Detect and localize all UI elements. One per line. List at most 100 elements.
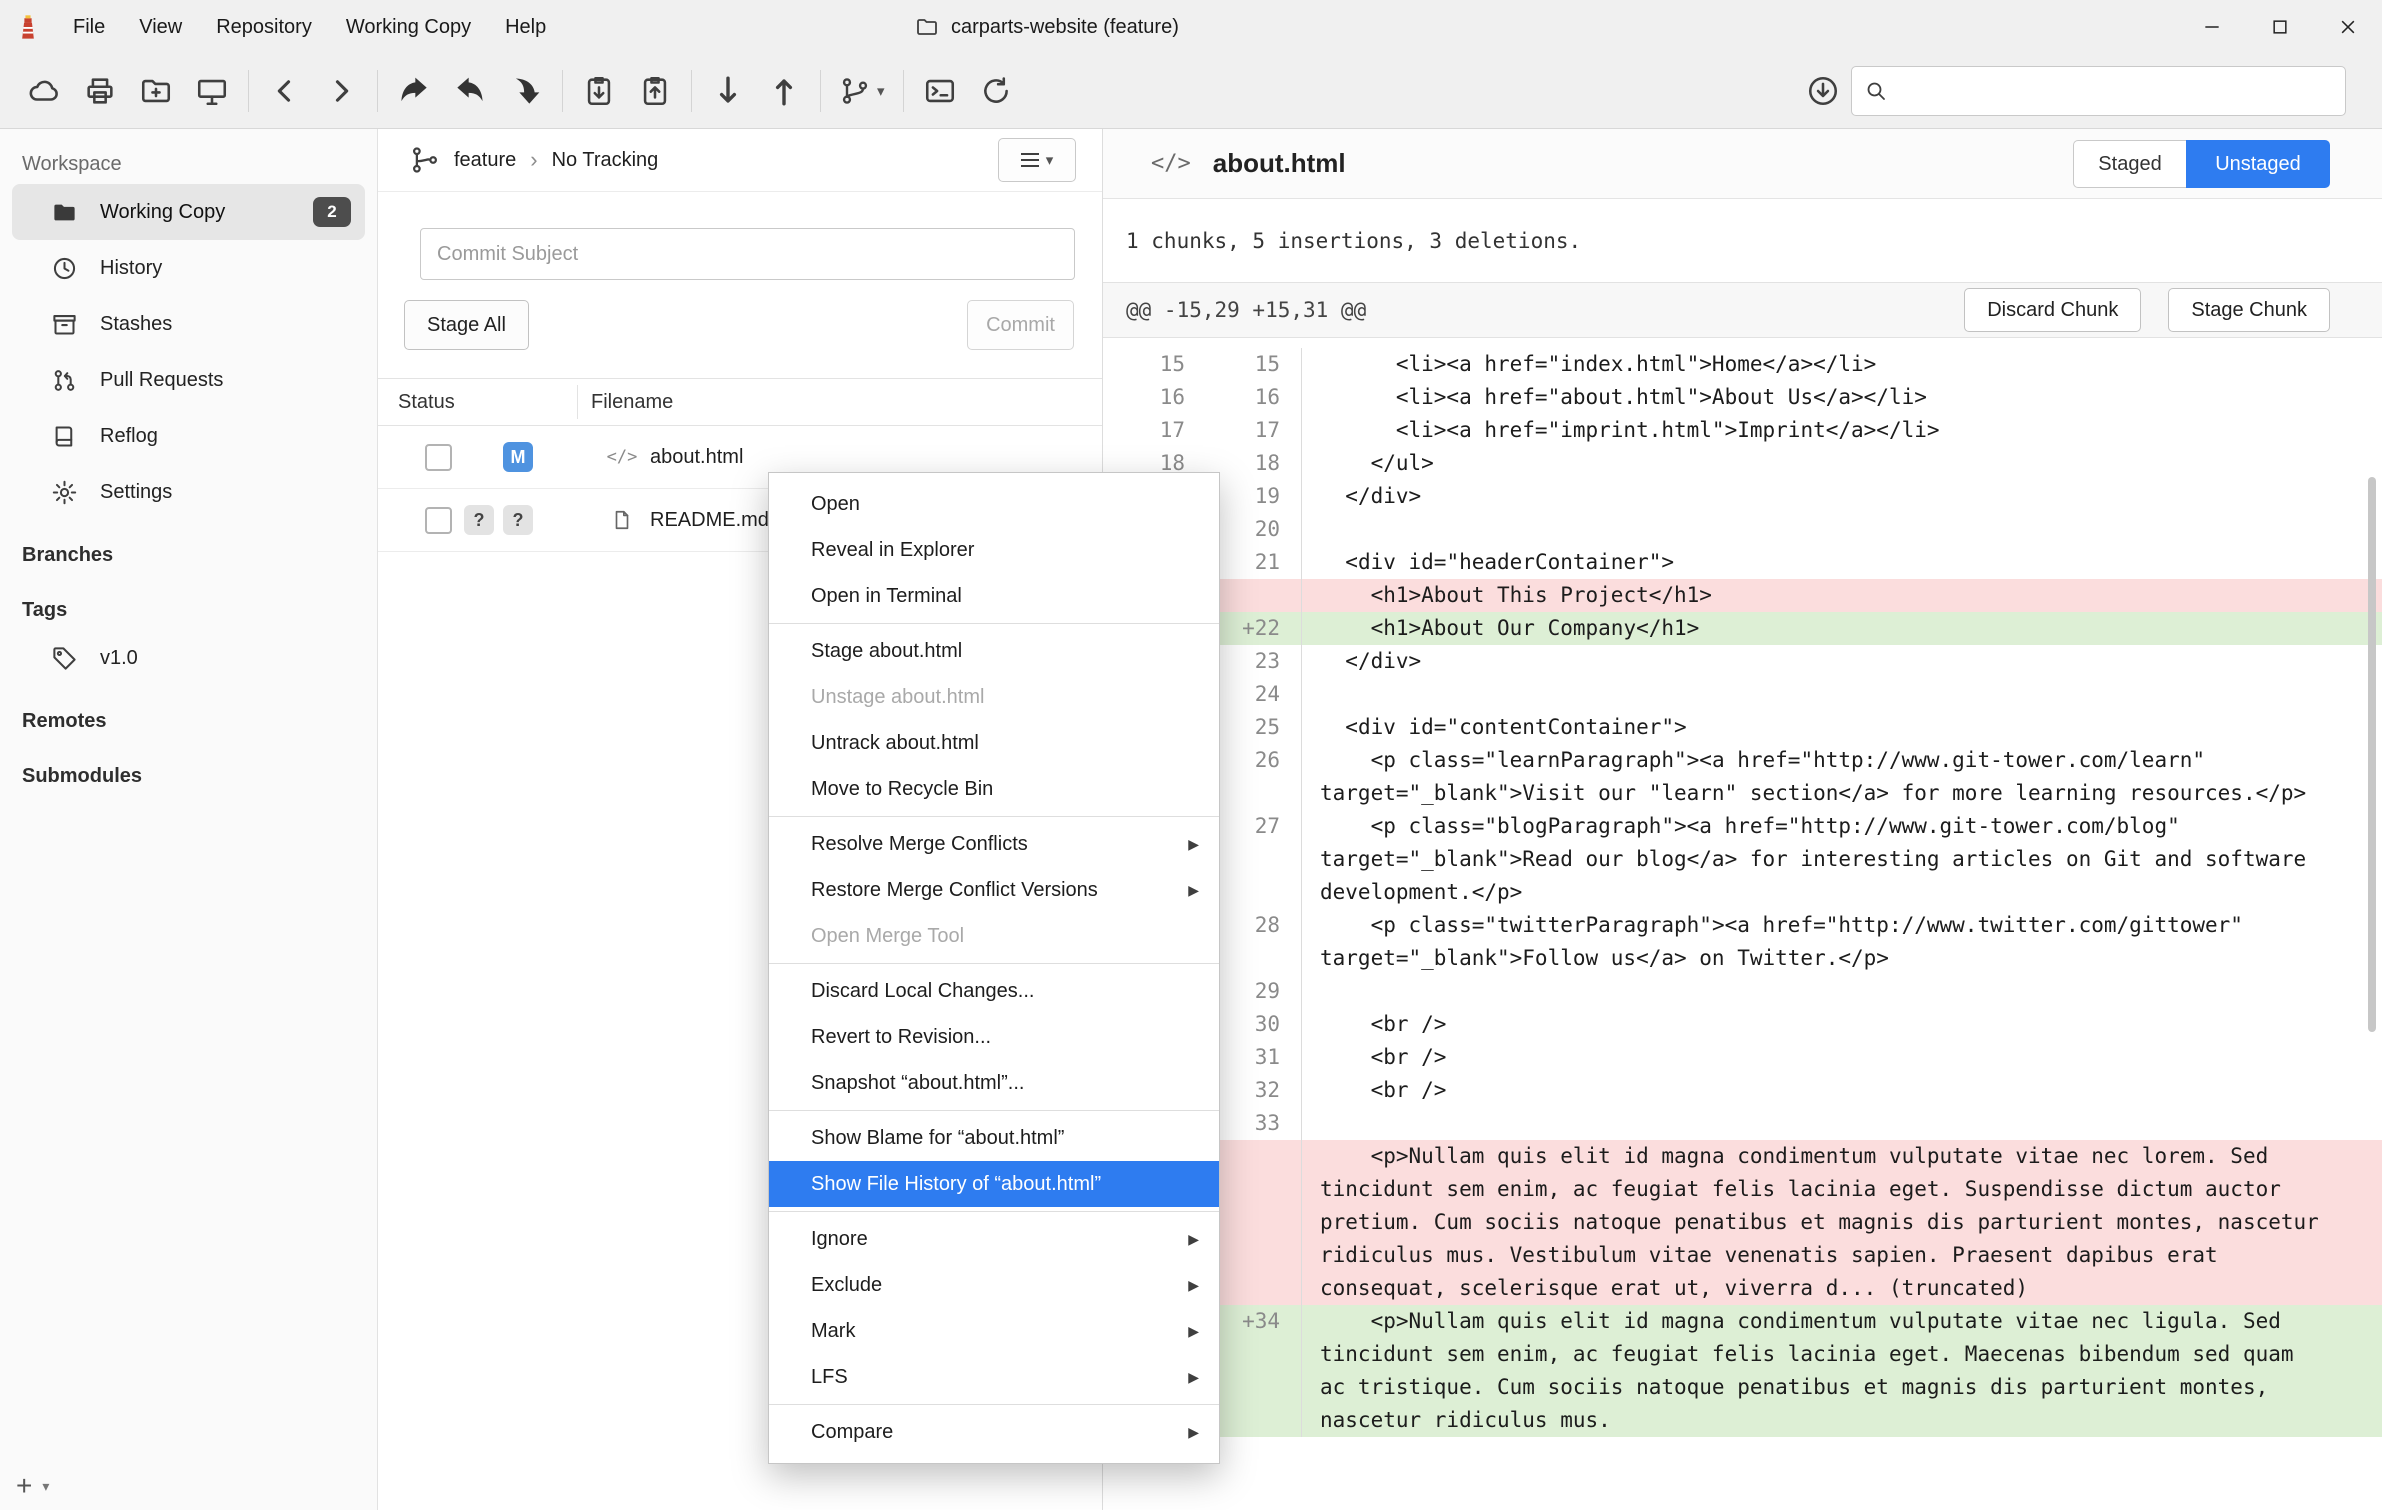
diff-row[interactable]: 29	[1103, 975, 2382, 1008]
pull-arrow-icon[interactable]	[700, 63, 756, 119]
sidebar-section-branches[interactable]: Branches	[0, 520, 377, 575]
menu-repository[interactable]: Repository	[199, 0, 329, 54]
minimize-button[interactable]	[2178, 0, 2246, 54]
diff-row[interactable]: 25 <div id="contentContainer">	[1103, 711, 2382, 744]
chevron-down-icon[interactable]: ▾	[42, 1478, 49, 1495]
scrollbar-thumb[interactable]	[2368, 477, 2376, 1032]
staged-tab[interactable]: Staged	[2073, 140, 2186, 188]
sidebar-section-remotes[interactable]: Remotes	[0, 686, 377, 741]
diff-row[interactable]: 16 16 <li><a href="about.html">About Us<…	[1103, 381, 2382, 414]
monitor-icon[interactable]	[184, 63, 240, 119]
stage-checkbox[interactable]	[425, 444, 452, 471]
diff-row[interactable]: 32 <br />	[1103, 1074, 2382, 1107]
menu-view[interactable]: View	[122, 0, 199, 54]
toolbar-search	[1851, 66, 2346, 116]
menu-item-move-to-recycle-bin[interactable]: Move to Recycle Bin	[769, 766, 1219, 812]
diff-row[interactable]: 24	[1103, 678, 2382, 711]
sidebar-item-working-copy[interactable]: Working Copy 2	[12, 184, 365, 240]
diff-row[interactable]: +22 <h1>About Our Company</h1>	[1103, 612, 2382, 645]
menu-item-restore-merge-conflict-versions[interactable]: Restore Merge Conflict Versions▶	[769, 867, 1219, 913]
diff-row[interactable]: 30 <br />	[1103, 1008, 2382, 1041]
menu-item-stage[interactable]: Stage about.html	[769, 628, 1219, 674]
forward-down-arrow-icon[interactable]	[498, 63, 554, 119]
diff-row[interactable]: 31 <br />	[1103, 1041, 2382, 1074]
menu-item-unstage[interactable]: Unstage about.html	[769, 674, 1219, 720]
diff-row[interactable]: 26 <p class="learnParagraph"><a href="ht…	[1103, 744, 2382, 810]
menu-item-mark[interactable]: Mark▶	[769, 1308, 1219, 1354]
diff-row[interactable]: +34 <p>Nullam quis elit id magna condime…	[1103, 1305, 2382, 1437]
sidebar-item-history[interactable]: History	[12, 240, 365, 296]
menu-item-compare[interactable]: Compare▶	[769, 1409, 1219, 1455]
old-line-number: 16	[1103, 381, 1185, 414]
menu-item-ignore[interactable]: Ignore▶	[769, 1216, 1219, 1262]
menu-item-open-in-terminal[interactable]: Open in Terminal	[769, 573, 1219, 619]
terminal-icon[interactable]	[912, 63, 968, 119]
commit-button[interactable]: Commit	[967, 300, 1074, 350]
refresh-icon[interactable]	[968, 63, 1024, 119]
menu-item-revert-to-revision[interactable]: Revert to Revision...	[769, 1014, 1219, 1060]
maximize-button[interactable]	[2246, 0, 2314, 54]
commit-options-button[interactable]: ▾	[998, 138, 1076, 182]
diff-row[interactable]: <h1>About This Project</h1>	[1103, 579, 2382, 612]
menu-item-show-file-history[interactable]: Show File History of “about.html”	[769, 1161, 1219, 1207]
diff-row[interactable]: 17 17 <li><a href="imprint.html">Imprint…	[1103, 414, 2382, 447]
sidebar-item-reflog[interactable]: Reflog	[12, 408, 365, 464]
menu-help[interactable]: Help	[488, 0, 563, 54]
unstaged-tab[interactable]: Unstaged	[2186, 140, 2330, 188]
folder-plus-icon[interactable]	[128, 63, 184, 119]
sidebar-item-settings[interactable]: Settings	[12, 464, 365, 520]
sidebar-item-stashes[interactable]: Stashes	[12, 296, 365, 352]
menu-item-resolve-merge-conflicts[interactable]: Resolve Merge Conflicts▶	[769, 821, 1219, 867]
menu-item-discard-local-changes[interactable]: Discard Local Changes...	[769, 968, 1219, 1014]
stage-all-button[interactable]: Stage All	[404, 300, 529, 350]
diff-row[interactable]: 19 </div>	[1103, 480, 2382, 513]
clipboard-down-icon[interactable]	[571, 63, 627, 119]
search-input[interactable]	[1898, 80, 2333, 103]
diff-row[interactable]: 23 </div>	[1103, 645, 2382, 678]
clipboard-up-icon[interactable]	[627, 63, 683, 119]
commit-subject-input[interactable]	[420, 228, 1075, 280]
forward-chevron-icon[interactable]	[313, 63, 369, 119]
menu-item-snapshot[interactable]: Snapshot “about.html”...	[769, 1060, 1219, 1106]
menu-separator	[769, 816, 1219, 817]
diff-row[interactable]: 28 <p class="twitterParagraph"><a href="…	[1103, 909, 2382, 975]
menu-file[interactable]: File	[56, 0, 122, 54]
branch-menu-button[interactable]: ▾	[829, 63, 895, 119]
menu-item-exclude[interactable]: Exclude▶	[769, 1262, 1219, 1308]
menu-item-show-blame[interactable]: Show Blame for “about.html”	[769, 1115, 1219, 1161]
share-arrow-icon[interactable]	[386, 63, 442, 119]
close-button[interactable]	[2314, 0, 2382, 54]
diff-row[interactable]: 21 <div id="headerContainer">	[1103, 546, 2382, 579]
stage-checkbox[interactable]	[425, 507, 452, 534]
new-line-number: 15	[1185, 348, 1280, 381]
current-branch-label[interactable]: feature	[454, 149, 516, 172]
diff-row[interactable]: 20	[1103, 513, 2382, 546]
gutter-separator	[1280, 414, 1302, 447]
reply-arrow-icon[interactable]	[442, 63, 498, 119]
diff-row[interactable]: 18 18 </ul>	[1103, 447, 2382, 480]
push-arrow-icon[interactable]	[756, 63, 812, 119]
sidebar-section-submodules[interactable]: Submodules	[0, 741, 377, 796]
menu-working-copy[interactable]: Working Copy	[329, 0, 488, 54]
diff-row[interactable]: <p>Nullam quis elit id magna condimentum…	[1103, 1140, 2382, 1305]
updates-icon[interactable]	[1795, 63, 1851, 119]
gutter-separator	[1280, 1305, 1302, 1437]
menu-item-open[interactable]: Open	[769, 481, 1219, 527]
discard-chunk-button[interactable]: Discard Chunk	[1964, 288, 2141, 332]
sidebar-item-pull-requests[interactable]: Pull Requests	[12, 352, 365, 408]
sidebar-section-tags[interactable]: Tags	[0, 575, 377, 630]
diff-row[interactable]: 15 15 <li><a href="index.html">Home</a><…	[1103, 348, 2382, 381]
back-chevron-icon[interactable]	[257, 63, 313, 119]
menu-item-open-merge-tool[interactable]: Open Merge Tool	[769, 913, 1219, 959]
tracking-label[interactable]: No Tracking	[552, 149, 659, 172]
diff-row[interactable]: 27 <p class="blogParagraph"><a href="htt…	[1103, 810, 2382, 909]
add-button[interactable]: +	[16, 1472, 32, 1500]
diff-row[interactable]: 33	[1103, 1107, 2382, 1140]
sidebar-item-tag-v1-0[interactable]: v1.0	[12, 630, 365, 686]
menu-item-lfs[interactable]: LFS▶	[769, 1354, 1219, 1400]
cloud-icon[interactable]	[16, 63, 72, 119]
stage-chunk-button[interactable]: Stage Chunk	[2168, 288, 2330, 332]
menu-item-reveal-in-explorer[interactable]: Reveal in Explorer	[769, 527, 1219, 573]
menu-item-untrack[interactable]: Untrack about.html	[769, 720, 1219, 766]
printer-icon[interactable]	[72, 63, 128, 119]
